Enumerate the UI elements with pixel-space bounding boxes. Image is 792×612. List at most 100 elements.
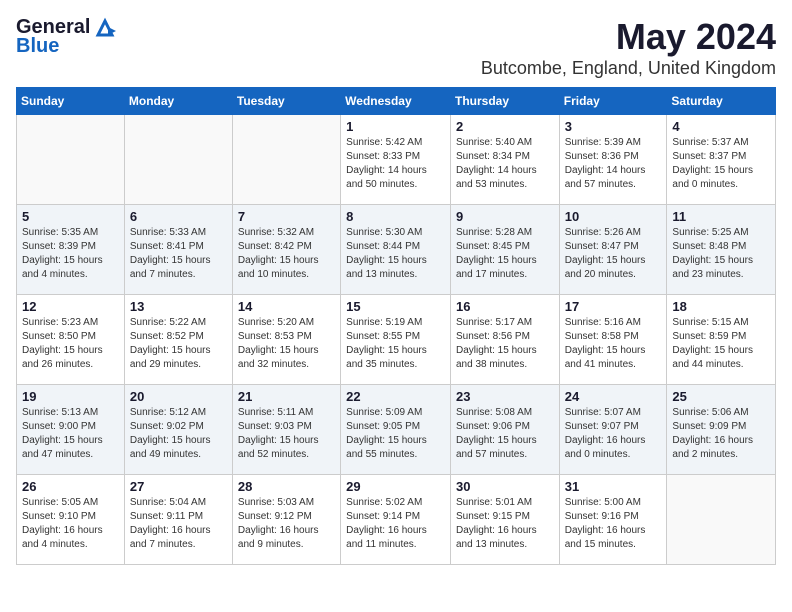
day-number: 17 (565, 299, 662, 314)
calendar-cell: 7Sunrise: 5:32 AMSunset: 8:42 PMDaylight… (232, 205, 340, 295)
day-info: Sunrise: 5:30 AMSunset: 8:44 PMDaylight:… (346, 226, 445, 282)
day-number: 27 (130, 479, 227, 494)
day-number: 31 (565, 479, 662, 494)
calendar-body: 1 Sunrise: 5:42 AMSunset: 8:33 PMDaylight… (17, 115, 776, 565)
day-info: Sunrise: 5:08 AMSunset: 9:06 PMDaylight:… (456, 406, 554, 462)
day-number: 22 (346, 389, 445, 404)
calendar-week-row: 5 Sunrise: 5:35 AMSunset: 8:39 PMDaylight… (17, 205, 776, 295)
calendar-cell: 14 Sunrise: 5:20 AMSunset: 8:53 PMDayligh… (232, 295, 340, 385)
day-info: Sunrise: 5:39 AMSunset: 8:36 PMDaylight:… (565, 136, 662, 192)
day-number: 9 (456, 209, 554, 224)
day-number: 12 (22, 299, 119, 314)
day-info: Sunrise: 5:01 AMSunset: 9:15 PMDaylight:… (456, 496, 554, 552)
day-number: 14 (238, 299, 335, 314)
calendar-cell: 3 Sunrise: 5:39 AMSunset: 8:36 PMDaylight… (559, 115, 667, 205)
weekday-header-monday: Monday (124, 88, 232, 115)
calendar-cell: 5 Sunrise: 5:35 AMSunset: 8:39 PMDaylight… (17, 205, 125, 295)
day-info: Sunrise: 5:26 AMSunset: 8:47 PMDaylight:… (565, 226, 662, 282)
calendar-week-row: 12Sunrise: 5:23 AMSunset: 8:50 PMDayligh… (17, 295, 776, 385)
calendar-cell: 11 Sunrise: 5:25 AMSunset: 8:48 PMDayligh… (667, 205, 776, 295)
calendar-cell: 13 Sunrise: 5:22 AMSunset: 8:52 PMDayligh… (124, 295, 232, 385)
calendar-cell: 28Sunrise: 5:03 AMSunset: 9:12 PMDayligh… (232, 475, 340, 565)
logo-arrow-icon (94, 17, 116, 39)
day-info: Sunrise: 5:35 AMSunset: 8:39 PMDaylight:… (22, 226, 119, 282)
calendar-cell: 23 Sunrise: 5:08 AMSunset: 9:06 PMDayligh… (450, 385, 559, 475)
weekday-header-sunday: Sunday (17, 88, 125, 115)
calendar-cell: 12Sunrise: 5:23 AMSunset: 8:50 PMDayligh… (17, 295, 125, 385)
day-info: Sunrise: 5:05 AMSunset: 9:10 PMDaylight:… (22, 496, 119, 552)
day-number: 2 (456, 119, 554, 134)
day-info: Sunrise: 5:22 AMSunset: 8:52 PMDaylight:… (130, 316, 227, 372)
day-number: 23 (456, 389, 554, 404)
day-number: 18 (672, 299, 770, 314)
day-info: Sunrise: 5:19 AMSunset: 8:55 PMDaylight:… (346, 316, 445, 372)
calendar-cell: 19 Sunrise: 5:13 AMSunset: 9:00 PMDayligh… (17, 385, 125, 475)
day-number: 8 (346, 209, 445, 224)
day-info: Sunrise: 5:42 AMSunset: 8:33 PMDaylight:… (346, 136, 445, 192)
title-section: May 2024 Butcombe, England, United Kingd… (481, 16, 776, 79)
day-number: 11 (672, 209, 770, 224)
day-info: Sunrise: 5:11 AMSunset: 9:03 PMDaylight:… (238, 406, 335, 462)
day-info: Sunrise: 5:13 AMSunset: 9:00 PMDaylight:… (22, 406, 119, 462)
day-number: 24 (565, 389, 662, 404)
day-number: 1 (346, 119, 445, 134)
weekday-header-thursday: Thursday (450, 88, 559, 115)
day-info: Sunrise: 5:28 AMSunset: 8:45 PMDaylight:… (456, 226, 554, 282)
day-info: Sunrise: 5:04 AMSunset: 9:11 PMDaylight:… (130, 496, 227, 552)
day-info: Sunrise: 5:17 AMSunset: 8:56 PMDaylight:… (456, 316, 554, 372)
calendar-cell (667, 475, 776, 565)
day-number: 7 (238, 209, 335, 224)
calendar-week-row: 1 Sunrise: 5:42 AMSunset: 8:33 PMDaylight… (17, 115, 776, 205)
day-number: 29 (346, 479, 445, 494)
weekday-header-saturday: Saturday (667, 88, 776, 115)
calendar-cell: 21 Sunrise: 5:11 AMSunset: 9:03 PMDayligh… (232, 385, 340, 475)
calendar-cell: 10 Sunrise: 5:26 AMSunset: 8:47 PMDayligh… (559, 205, 667, 295)
weekday-header-friday: Friday (559, 88, 667, 115)
calendar-cell: 31 Sunrise: 5:00 AMSunset: 9:16 PMDayligh… (559, 475, 667, 565)
day-number: 3 (565, 119, 662, 134)
calendar-cell: 8 Sunrise: 5:30 AMSunset: 8:44 PMDaylight… (341, 205, 451, 295)
calendar-cell: 2Sunrise: 5:40 AMSunset: 8:34 PMDaylight… (450, 115, 559, 205)
calendar-cell: 4 Sunrise: 5:37 AMSunset: 8:37 PMDaylight… (667, 115, 776, 205)
day-number: 21 (238, 389, 335, 404)
calendar-cell: 16 Sunrise: 5:17 AMSunset: 8:56 PMDayligh… (450, 295, 559, 385)
logo-blue-text: Blue (16, 35, 59, 58)
day-info: Sunrise: 5:03 AMSunset: 9:12 PMDaylight:… (238, 496, 335, 552)
day-info: Sunrise: 5:37 AMSunset: 8:37 PMDaylight:… (672, 136, 770, 192)
calendar-cell: 29 Sunrise: 5:02 AMSunset: 9:14 PMDayligh… (341, 475, 451, 565)
day-info: Sunrise: 5:15 AMSunset: 8:59 PMDaylight:… (672, 316, 770, 372)
day-number: 6 (130, 209, 227, 224)
calendar-cell: 18 Sunrise: 5:15 AMSunset: 8:59 PMDayligh… (667, 295, 776, 385)
calendar-cell: 25 Sunrise: 5:06 AMSunset: 9:09 PMDayligh… (667, 385, 776, 475)
weekday-header-tuesday: Tuesday (232, 88, 340, 115)
day-info: Sunrise: 5:16 AMSunset: 8:58 PMDaylight:… (565, 316, 662, 372)
calendar-cell: 17 Sunrise: 5:16 AMSunset: 8:58 PMDayligh… (559, 295, 667, 385)
day-info: Sunrise: 5:12 AMSunset: 9:02 PMDaylight:… (130, 406, 227, 462)
day-number: 20 (130, 389, 227, 404)
day-info: Sunrise: 5:33 AMSunset: 8:41 PMDaylight:… (130, 226, 227, 282)
day-info: Sunrise: 5:25 AMSunset: 8:48 PMDaylight:… (672, 226, 770, 282)
calendar-cell: 26Sunrise: 5:05 AMSunset: 9:10 PMDayligh… (17, 475, 125, 565)
day-info: Sunrise: 5:02 AMSunset: 9:14 PMDaylight:… (346, 496, 445, 552)
day-number: 5 (22, 209, 119, 224)
calendar-cell: 20 Sunrise: 5:12 AMSunset: 9:02 PMDayligh… (124, 385, 232, 475)
main-title: May 2024 (481, 16, 776, 58)
page-header: General Blue May 2024 Butcombe, England,… (16, 16, 776, 79)
day-info: Sunrise: 5:20 AMSunset: 8:53 PMDaylight:… (238, 316, 335, 372)
day-number: 19 (22, 389, 119, 404)
day-number: 25 (672, 389, 770, 404)
day-number: 4 (672, 119, 770, 134)
calendar-week-row: 19 Sunrise: 5:13 AMSunset: 9:00 PMDayligh… (17, 385, 776, 475)
day-info: Sunrise: 5:00 AMSunset: 9:16 PMDaylight:… (565, 496, 662, 552)
calendar-cell (17, 115, 125, 205)
day-number: 10 (565, 209, 662, 224)
calendar-cell: 15Sunrise: 5:19 AMSunset: 8:55 PMDayligh… (341, 295, 451, 385)
calendar-cell: 24Sunrise: 5:07 AMSunset: 9:07 PMDayligh… (559, 385, 667, 475)
subtitle: Butcombe, England, United Kingdom (481, 58, 776, 79)
day-number: 16 (456, 299, 554, 314)
day-number: 13 (130, 299, 227, 314)
calendar-cell: 1 Sunrise: 5:42 AMSunset: 8:33 PMDaylight… (341, 115, 451, 205)
calendar-cell: 22Sunrise: 5:09 AMSunset: 9:05 PMDayligh… (341, 385, 451, 475)
day-info: Sunrise: 5:06 AMSunset: 9:09 PMDaylight:… (672, 406, 770, 462)
calendar-cell: 6 Sunrise: 5:33 AMSunset: 8:41 PMDaylight… (124, 205, 232, 295)
